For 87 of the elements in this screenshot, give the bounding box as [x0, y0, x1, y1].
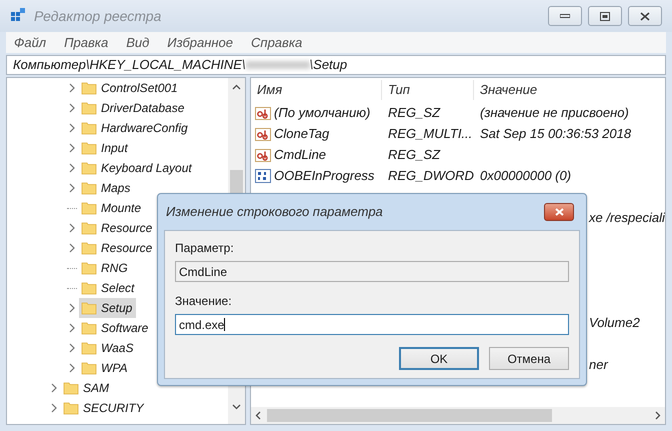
- table-cell-text: Volume2: [589, 314, 640, 332]
- tree-item[interactable]: WaaS: [79, 338, 138, 358]
- tree-item[interactable]: SAM: [61, 378, 114, 398]
- field-label: Параметр:: [175, 240, 235, 257]
- scroll-down-icon[interactable]: [232, 404, 241, 410]
- menu-item[interactable]: Правка: [64, 32, 108, 52]
- scrollbar-thumb[interactable]: [267, 409, 552, 422]
- string-value-icon: [255, 126, 271, 142]
- restore-icon: [600, 12, 610, 20]
- table-cell-text: 0x00000000 (0): [479, 166, 572, 185]
- folder-icon: [81, 260, 97, 276]
- tree-item[interactable]: Software: [79, 318, 152, 338]
- column-header[interactable]: Имя: [251, 80, 382, 100]
- tree-item[interactable]: HardwareConfig: [79, 118, 192, 138]
- field-label: Значение:: [175, 293, 233, 310]
- menu-item[interactable]: Избранное: [167, 32, 234, 52]
- close-button[interactable]: [628, 6, 662, 26]
- tree-item[interactable]: Select: [79, 278, 138, 298]
- folder-icon: [81, 220, 97, 236]
- minimize-icon: [560, 14, 570, 18]
- folder-icon: [81, 240, 97, 256]
- tree-item[interactable]: Resource: [79, 238, 156, 258]
- menu-item[interactable]: Файл: [14, 32, 46, 52]
- folder-icon: [81, 280, 97, 296]
- menu-item[interactable]: Вид: [126, 32, 150, 52]
- tree-item[interactable]: Maps: [79, 178, 134, 198]
- table-cell-text: CmdLine: [274, 146, 326, 164]
- folder-icon: [63, 380, 79, 396]
- table-cell-text: REG_MULTI...: [387, 124, 474, 143]
- folder-icon: [81, 360, 97, 376]
- scroll-up-icon[interactable]: [232, 84, 241, 90]
- folder-icon: [81, 140, 97, 156]
- scroll-right-icon[interactable]: [655, 411, 661, 420]
- blurred-text: [246, 61, 310, 69]
- dialog-button[interactable]: OK: [399, 347, 479, 370]
- binary-value-icon: [255, 168, 271, 184]
- tree-item[interactable]: Setup: [79, 298, 136, 318]
- folder-icon: [81, 120, 97, 136]
- table-cell-text: ner: [589, 356, 608, 374]
- maximize-button[interactable]: [588, 6, 622, 26]
- registry-editor-icon: [10, 8, 26, 24]
- address-end: \Setup: [310, 56, 348, 74]
- folder-icon: [81, 80, 97, 96]
- folder-icon: [81, 100, 97, 116]
- table-cell-text: xe /respeciali: [589, 208, 665, 227]
- table-cell-text: OOBEInProgress: [274, 166, 374, 185]
- address-start: Компьютер\HKEY_LOCAL_MACHINE\: [13, 56, 246, 74]
- tree-item[interactable]: RNG: [79, 258, 132, 278]
- tree-item[interactable]: Mounte: [79, 198, 146, 218]
- dialog-button[interactable]: Отмена: [489, 347, 569, 370]
- folder-icon: [81, 180, 97, 196]
- folder-icon: [81, 340, 97, 356]
- window-title: Редактор реестра: [34, 6, 162, 26]
- value-field[interactable]: cmd.exe: [175, 314, 569, 335]
- scroll-left-icon[interactable]: [255, 411, 261, 420]
- tree-item[interactable]: ControlSet001: [79, 78, 182, 98]
- tree-item[interactable]: DriverDatabase: [79, 98, 188, 118]
- table-cell-text: REG_DWORD: [387, 166, 474, 185]
- folder-icon: [81, 300, 97, 316]
- tree-item[interactable]: Keyboard Layout: [79, 158, 196, 178]
- folder-icon: [63, 400, 79, 416]
- table-cell-text: REG_SZ: [387, 146, 442, 164]
- tree-item[interactable]: Resource: [79, 218, 156, 238]
- column-header[interactable]: Значение: [474, 80, 538, 100]
- dialog-title: Изменение строкового параметра: [165, 203, 383, 222]
- folder-icon: [81, 160, 97, 176]
- folder-icon: [81, 200, 97, 216]
- close-icon: [640, 12, 650, 20]
- minimize-button[interactable]: [548, 6, 582, 26]
- table-cell-text: (значение не присвоено): [479, 104, 629, 122]
- tree-item[interactable]: Input: [79, 138, 132, 158]
- table-cell-text: (По умолчанию): [274, 104, 370, 122]
- string-value-icon: [255, 104, 271, 120]
- horizontal-scrollbar[interactable]: [251, 407, 665, 424]
- close-button[interactable]: [544, 203, 574, 221]
- address-bar[interactable]: Компьютер\HKEY_LOCAL_MACHINE\ \Setup: [6, 55, 666, 75]
- tree-item[interactable]: WPA: [79, 358, 132, 378]
- close-icon: [554, 208, 564, 216]
- tree-item[interactable]: SECURITY: [61, 398, 148, 418]
- menu-item[interactable]: Справка: [251, 32, 302, 52]
- folder-icon: [81, 320, 97, 336]
- table-cell-text: CloneTag: [274, 124, 330, 143]
- name-field: CmdLine: [175, 261, 569, 282]
- string-value-icon: [255, 146, 271, 162]
- table-cell-text: Sat Sep 15 00:36:53 2018: [479, 124, 632, 143]
- column-header[interactable]: Тип: [382, 80, 474, 100]
- table-cell-text: REG_SZ: [387, 104, 442, 122]
